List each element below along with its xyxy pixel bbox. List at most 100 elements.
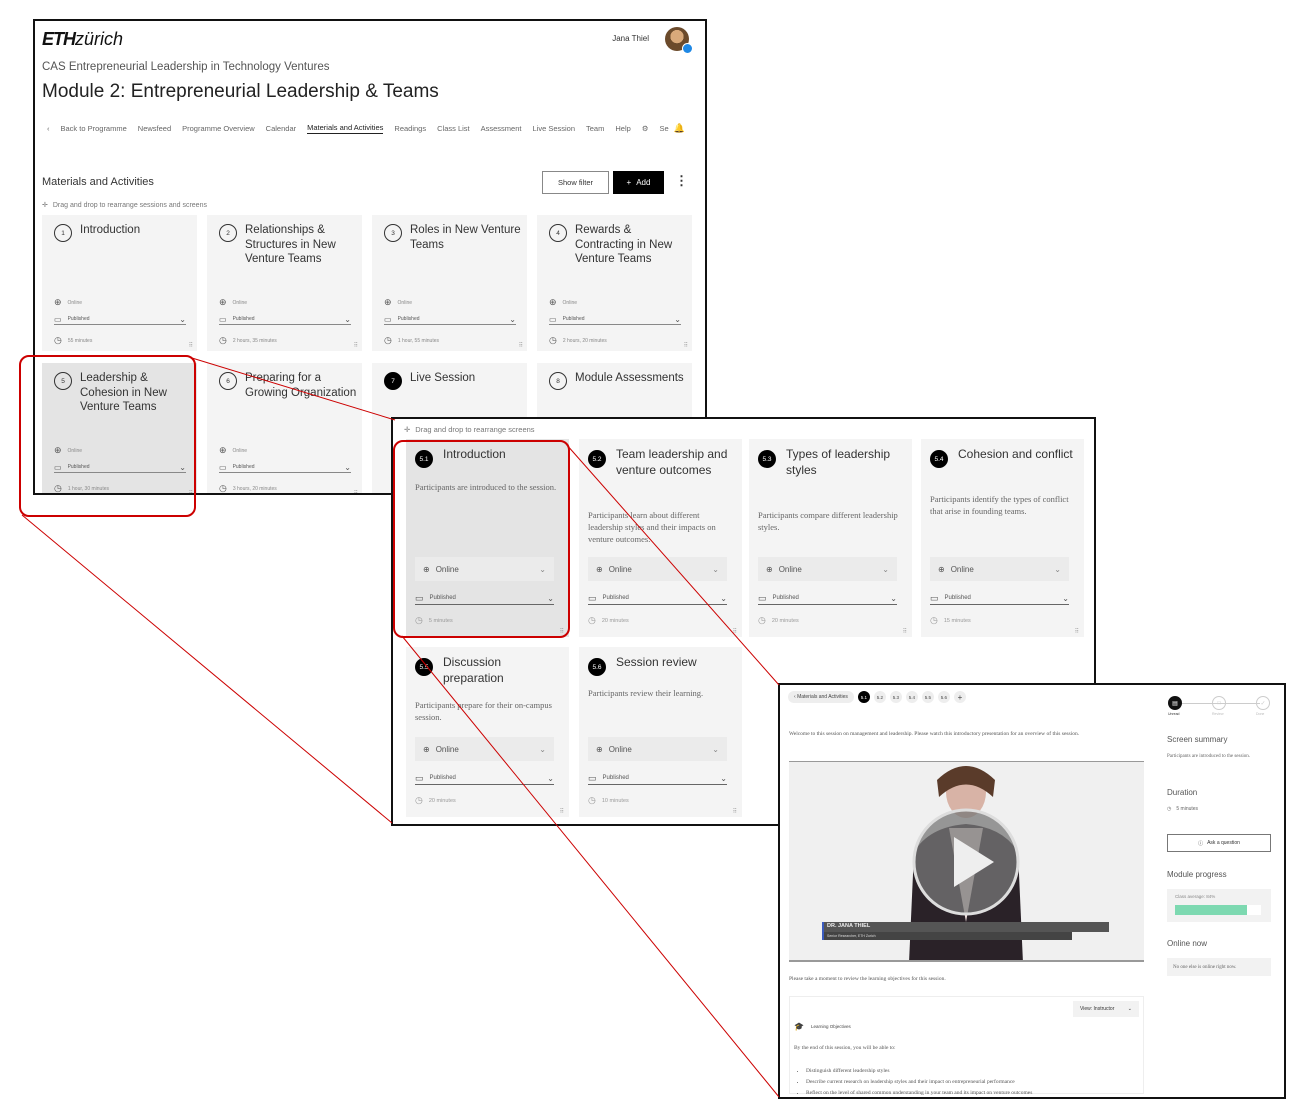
screen-card[interactable]: 5.6 Session review Participants review the… [579, 647, 742, 817]
screen-card[interactable]: 5.2 Team leadership and venture outcomes P… [579, 439, 742, 637]
screen-pill[interactable]: 5.1 [857, 691, 870, 703]
clock-icon: ◷ [219, 483, 227, 493]
gear-icon[interactable]: ⚙ [642, 124, 649, 133]
avatar[interactable] [665, 27, 693, 54]
screen-view-panel: ‹ Materials and Activities 5.1 5.2 5.3 5.4 5… [778, 683, 1286, 1099]
calendar-icon: ▭ [549, 314, 557, 324]
view-select[interactable]: View: Instructor ⌄ [1073, 1001, 1139, 1017]
drag-handle-icon[interactable]: ⠿ [1075, 628, 1080, 635]
drag-handle-icon[interactable]: ⠿ [519, 342, 524, 349]
step-review-icon[interactable]: ⌑ [1212, 696, 1226, 710]
mode-select[interactable]: ⊕ Online ⌄ [588, 737, 727, 761]
progress-fill [1175, 905, 1248, 915]
add-button[interactable]: + Add [613, 171, 664, 194]
step-done-icon[interactable]: ✓ [1256, 696, 1270, 710]
eth-logo[interactable]: ETHzürich [42, 29, 123, 50]
drag-handle-icon[interactable]: ⠿ [189, 342, 194, 349]
screen-pill[interactable]: 5.5 [921, 691, 934, 703]
status-select[interactable]: ▭ Published ⌄ [219, 462, 351, 473]
drag-handle-icon[interactable]: ⠿ [354, 342, 359, 349]
drag-handle-icon[interactable]: ⠿ [354, 490, 359, 493]
step-unread-icon[interactable]: ▤ [1168, 696, 1182, 710]
progress-title: Module progress [1167, 870, 1227, 879]
status-select[interactable]: ▭ Published ⌄ [588, 592, 727, 605]
duration-value: ◷ 5 minutes [1167, 806, 1199, 812]
drag-handle-icon[interactable]: ⠿ [684, 342, 689, 349]
status-select[interactable]: ▭ Published ⌄ [588, 772, 727, 785]
lo-title: Learning Objectives [811, 1024, 851, 1029]
status-select[interactable]: ▭ Published ⌄ [758, 592, 897, 605]
status-select[interactable]: ▭ Published ⌄ [384, 314, 516, 325]
session-card[interactable]: 6 Preparing for a Growing Organization ⊕ On… [207, 363, 362, 493]
screen-card[interactable]: 5.5 Discussion preparation Participants pr… [406, 647, 569, 817]
back-to-materials-link[interactable]: ‹ Materials and Activities [788, 691, 854, 703]
calendar-icon: ▭ [219, 314, 227, 324]
add-screen-icon[interactable]: + [953, 691, 966, 703]
calendar-icon: ▭ [588, 592, 597, 603]
nav-item[interactable]: Materials and Activities [307, 123, 384, 134]
nav-item[interactable]: Help [615, 124, 630, 133]
presenter-image [822, 766, 1109, 960]
show-filter-button[interactable]: Show filter [542, 171, 609, 194]
screen-pill[interactable]: 5.2 [873, 691, 886, 703]
screen-card[interactable]: 5.4 Cohesion and conflict Participants ide… [921, 439, 1084, 637]
session-number: 6 [219, 372, 237, 390]
clock-icon: ◷ [588, 795, 596, 805]
status-select[interactable]: ▭ Published ⌄ [415, 772, 554, 785]
nav-item[interactable]: Assessment [481, 124, 522, 133]
lo-intro: By the end of this session, you will be … [794, 1045, 896, 1051]
chevron-down-icon: ⌄ [720, 593, 727, 603]
online-title: Online now [1167, 939, 1208, 948]
screen-card[interactable]: 5.3 Types of leadership styles Participant… [749, 439, 912, 637]
screen-description: Participants compare different leadershi… [758, 510, 898, 532]
connector-line [21, 514, 393, 824]
mode-select[interactable]: ⊕ Online ⌄ [415, 737, 554, 761]
calendar-icon: ▭ [415, 772, 424, 783]
screen-pill[interactable]: 5.3 [889, 691, 902, 703]
session-card[interactable]: 4 Rewards & Contracting in New Venture Te… [537, 215, 692, 351]
ask-question-button[interactable]: ⓘ Ask a question [1167, 834, 1271, 852]
session-card[interactable]: 2 Relationships & Structures in New Ventu… [207, 215, 362, 351]
nav-item[interactable]: Se [660, 124, 669, 133]
screen-pill[interactable]: 5.6 [937, 691, 950, 703]
session-title: Relationships & Structures in New Ventur… [245, 224, 336, 265]
nav-item[interactable]: Team [586, 124, 604, 133]
drag-handle-icon[interactable]: ⠿ [733, 808, 738, 815]
chevron-left-icon[interactable]: ‹ [47, 124, 50, 133]
nav-item[interactable]: Readings [394, 124, 426, 133]
video-player[interactable]: DR. JANA THIEL Senior Researcher, ETH Zu… [789, 761, 1144, 962]
calendar-icon: ▭ [758, 592, 767, 603]
drag-handle-icon[interactable]: ⠿ [733, 628, 738, 635]
mode-select[interactable]: ⊕ Online ⌄ [930, 557, 1069, 581]
nav-item[interactable]: Back to Programme [61, 124, 127, 133]
calendar-icon: ▭ [384, 314, 392, 324]
nav-item[interactable]: Class List [437, 124, 470, 133]
status-select[interactable]: ▭ Published ⌄ [930, 592, 1069, 605]
online-text: No one else is online right now. [1167, 958, 1271, 976]
status-select[interactable]: ▭ Published ⌄ [54, 314, 186, 325]
screen-description: Participants identify the types of confl… [930, 494, 1069, 516]
nav-item[interactable]: Live Session [532, 124, 575, 133]
progress-bar [1175, 905, 1261, 915]
screen-breadcrumb: ‹ Materials and Activities 5.1 5.2 5.3 5.4 5… [788, 691, 966, 703]
more-options-icon[interactable]: ⋮ [675, 173, 688, 189]
status-select[interactable]: ▭ Published ⌄ [549, 314, 681, 325]
session-card[interactable]: 1 Introduction ⊕ Online ▭ Published ⌄ ◷ 55 minut… [42, 215, 197, 351]
screen-pill[interactable]: 5.4 [905, 691, 918, 703]
bell-icon[interactable]: 🔔 [674, 123, 685, 134]
globe-icon: ⊕ [596, 744, 603, 754]
nav-item[interactable]: Programme Overview [182, 124, 255, 133]
drag-handle-icon[interactable]: ⠿ [903, 628, 908, 635]
session-duration: ◷ 1 hour, 55 minutes [384, 335, 439, 345]
session-card[interactable]: 3 Roles in New Venture Teams ⊕ Online ▭ Publi… [372, 215, 527, 351]
status-select[interactable]: ▭ Published ⌄ [219, 314, 351, 325]
screen-duration: ◷ 20 minutes [588, 615, 629, 625]
session-duration: ◷ 55 minutes [54, 335, 93, 345]
globe-icon: ⊕ [423, 744, 430, 754]
nav-item[interactable]: Calendar [266, 124, 296, 133]
mode-select[interactable]: ⊕ Online ⌄ [588, 557, 727, 581]
chevron-down-icon: ⌄ [344, 314, 351, 324]
nav-item[interactable]: Newsfeed [138, 124, 171, 133]
mode-select[interactable]: ⊕ Online ⌄ [758, 557, 897, 581]
drag-handle-icon[interactable]: ⠿ [560, 808, 565, 815]
